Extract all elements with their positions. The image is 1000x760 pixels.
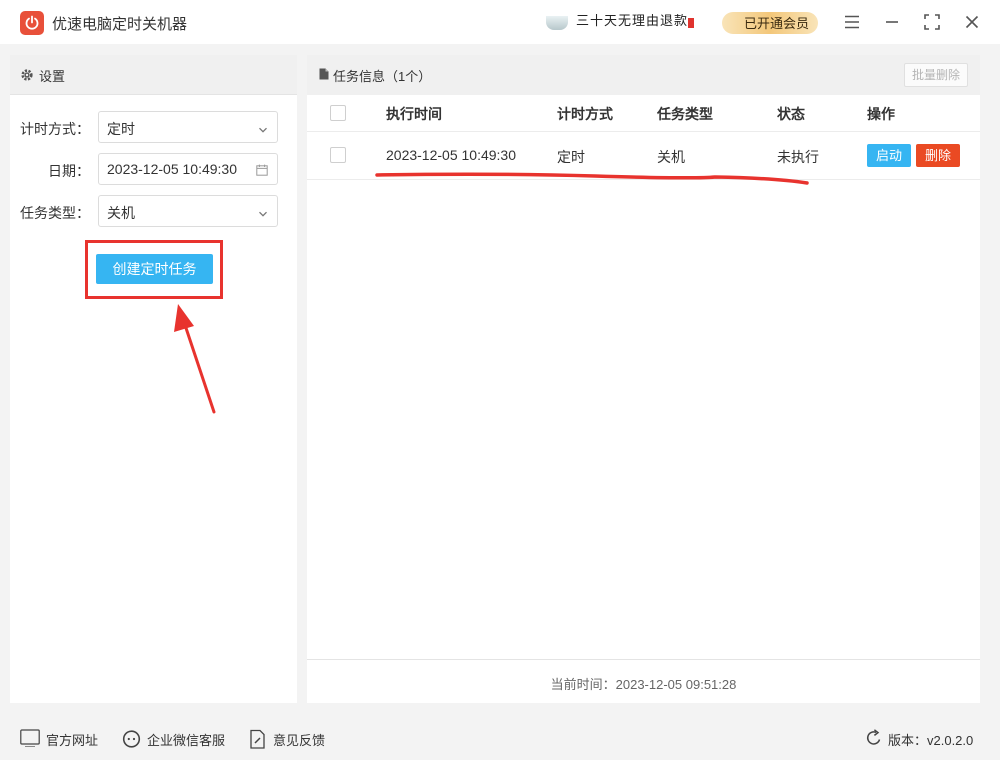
minimize-icon[interactable]	[880, 10, 904, 34]
refresh-icon	[866, 729, 882, 750]
promo-refund-text: 三十天无理由退款	[576, 14, 689, 28]
maximize-icon[interactable]	[920, 10, 944, 34]
power-logo-icon	[20, 11, 44, 35]
calendar-icon[interactable]	[256, 163, 268, 179]
annotation-underline	[375, 172, 809, 185]
promo-vip-text: 已开通会员	[744, 16, 810, 31]
task-type-value: 关机	[107, 205, 135, 221]
document-icon	[319, 67, 329, 83]
column-timing-mode: 计时方式	[557, 106, 613, 122]
column-actions: 操作	[867, 106, 895, 122]
settings-header: 设置	[10, 55, 297, 95]
timing-mode-label: 计时方式：	[20, 121, 90, 137]
row-status: 未执行	[777, 149, 819, 165]
row-exec-time: 2023-12-05 10:49:30	[386, 147, 516, 163]
column-exec-time: 执行时间	[386, 106, 442, 122]
task-panel-header: 任务信息（1个） 批量删除	[307, 55, 980, 95]
settings-title: 设置	[39, 69, 66, 84]
task-panel-title: 任务信息（1个）	[333, 69, 432, 84]
timing-mode-select[interactable]: 定时	[98, 111, 278, 143]
row-timing-mode: 定时	[557, 149, 585, 165]
batch-delete-button[interactable]: 批量删除	[904, 63, 968, 87]
select-all-checkbox[interactable]	[330, 105, 346, 121]
menu-icon[interactable]	[840, 10, 864, 34]
feedback-icon	[250, 729, 266, 752]
current-time-bar: 当前时间：2023-12-05 09:51:28	[307, 659, 980, 703]
official-website-label: 官方网址	[46, 733, 99, 748]
version-label: 版本：v2.0.2.0	[888, 733, 974, 748]
title-bar: 优速电脑定时关机器 三十天无理由退款 已开通会员	[0, 0, 1000, 44]
settings-panel: 设置 计时方式： 定时 日期： 2023-12-05 10:49:30 任务类型…	[10, 55, 297, 703]
date-label: 日期：	[48, 163, 90, 179]
website-icon	[20, 729, 40, 750]
gear-icon	[20, 68, 34, 85]
delete-task-button[interactable]: 删除	[916, 144, 960, 167]
promo-badge	[688, 18, 694, 28]
timing-mode-value: 定时	[107, 121, 135, 137]
task-panel: 任务信息（1个） 批量删除 执行时间 计时方式 任务类型 状态 操作 2023-…	[307, 55, 980, 703]
cup-icon	[546, 16, 568, 30]
feedback-label: 意见反馈	[273, 733, 326, 748]
column-task-type: 任务类型	[657, 106, 713, 122]
task-type-select[interactable]: 关机	[98, 195, 278, 227]
current-time-text: 当前时间：2023-12-05 09:51:28	[550, 677, 737, 692]
chevron-down-icon	[258, 122, 268, 138]
table-header: 执行时间 计时方式 任务类型 状态 操作	[307, 95, 980, 132]
bottom-bar: 官方网址 企业微信客服 意见反馈 版本：v2.0.2.0	[0, 713, 1000, 760]
close-icon[interactable]	[960, 10, 984, 34]
chat-icon	[122, 729, 142, 752]
start-task-button[interactable]: 启动	[867, 144, 911, 167]
app-title: 优速电脑定时关机器	[52, 16, 188, 33]
row-task-type: 关机	[657, 149, 685, 165]
date-value: 2023-12-05 10:49:30	[107, 161, 237, 177]
chevron-down-icon	[258, 206, 268, 222]
annotation-highlight-box	[85, 240, 223, 299]
task-type-label: 任务类型：	[20, 205, 90, 221]
wechat-support-label: 企业微信客服	[147, 733, 226, 748]
row-checkbox[interactable]	[330, 147, 346, 163]
date-picker-field[interactable]: 2023-12-05 10:49:30	[98, 153, 278, 185]
annotation-arrow	[174, 304, 216, 414]
column-status: 状态	[777, 106, 805, 122]
promo-banner-refund[interactable]: 三十天无理由退款	[546, 14, 696, 32]
promo-banner-vip[interactable]: 已开通会员	[722, 12, 818, 34]
